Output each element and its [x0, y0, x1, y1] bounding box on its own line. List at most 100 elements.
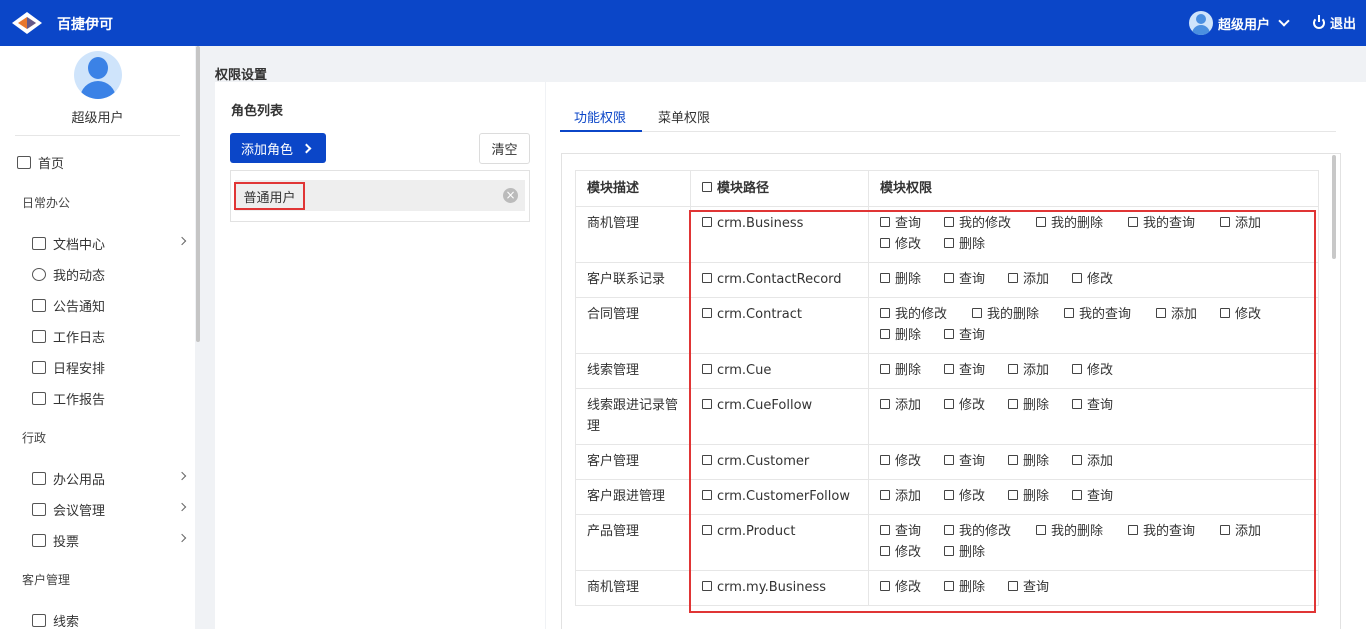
module-checkbox[interactable]: [702, 454, 712, 465]
sidebar-item-announcements[interactable]: 公告通知: [32, 296, 105, 315]
module-checkbox[interactable]: [702, 398, 712, 409]
permission-option[interactable]: 我的修改: [880, 304, 972, 325]
permission-option[interactable]: 查询: [1072, 395, 1136, 416]
permission-checkbox[interactable]: [1128, 216, 1138, 227]
permission-checkbox[interactable]: [944, 454, 954, 465]
permission-option[interactable]: 修改: [944, 395, 1008, 416]
clear-button[interactable]: 清空: [479, 133, 530, 164]
permission-checkbox[interactable]: [1220, 524, 1230, 535]
permission-checkbox[interactable]: [880, 580, 890, 591]
module-checkbox[interactable]: [702, 216, 712, 227]
permission-option[interactable]: 修改: [944, 486, 1008, 507]
permission-checkbox[interactable]: [880, 398, 890, 409]
permission-option[interactable]: 添加: [1008, 269, 1072, 290]
permission-checkbox[interactable]: [1072, 363, 1082, 374]
logout-button[interactable]: 退出: [1312, 13, 1356, 32]
permission-option[interactable]: 我的查询: [1128, 521, 1220, 542]
permission-option[interactable]: 删除: [880, 325, 944, 346]
permission-checkbox[interactable]: [1008, 272, 1018, 283]
permission-checkbox[interactable]: [1008, 398, 1018, 409]
sidebar-item-documents[interactable]: 文档中心: [32, 234, 105, 253]
permission-checkbox[interactable]: [1008, 580, 1018, 591]
sidebar-scrollbar[interactable]: [196, 46, 200, 342]
permission-checkbox[interactable]: [880, 545, 890, 556]
select-all-checkbox[interactable]: [702, 181, 712, 192]
permission-option[interactable]: 添加: [880, 395, 944, 416]
permission-option[interactable]: 我的查询: [1064, 304, 1156, 325]
permission-option[interactable]: 查询: [880, 213, 944, 234]
table-scrollbar[interactable]: [1332, 155, 1336, 259]
permission-option[interactable]: 查询: [944, 360, 1008, 381]
module-checkbox[interactable]: [702, 524, 712, 535]
permission-option[interactable]: 删除: [1008, 395, 1072, 416]
role-name[interactable]: 普通用户: [234, 182, 305, 210]
permission-checkbox[interactable]: [944, 489, 954, 500]
permission-option[interactable]: 修改: [880, 577, 944, 598]
permission-option[interactable]: 添加: [1008, 360, 1072, 381]
sidebar-item-schedule[interactable]: 日程安排: [32, 358, 105, 377]
permission-checkbox[interactable]: [880, 454, 890, 465]
sidebar-item-home[interactable]: 首页: [17, 153, 64, 172]
permission-checkbox[interactable]: [1072, 489, 1082, 500]
permission-checkbox[interactable]: [944, 216, 954, 227]
permission-option[interactable]: 我的删除: [1036, 521, 1128, 542]
permission-option[interactable]: 修改: [1072, 269, 1136, 290]
permission-option[interactable]: 删除: [880, 360, 944, 381]
permission-option[interactable]: 添加: [1220, 521, 1284, 542]
permission-checkbox[interactable]: [944, 524, 954, 535]
permission-checkbox[interactable]: [1072, 454, 1082, 465]
sidebar-item-leads[interactable]: 线索: [32, 611, 79, 629]
permission-checkbox[interactable]: [1036, 216, 1046, 227]
module-checkbox[interactable]: [702, 489, 712, 500]
permission-checkbox[interactable]: [944, 237, 954, 248]
permission-option[interactable]: 我的删除: [1036, 213, 1128, 234]
sidebar-item-office-supplies[interactable]: 办公用品: [32, 469, 105, 488]
sidebar-item-vote[interactable]: 投票: [32, 531, 79, 550]
tab-function-permissions[interactable]: 功能权限: [574, 107, 626, 126]
permission-checkbox[interactable]: [944, 580, 954, 591]
permission-option[interactable]: 我的修改: [944, 521, 1036, 542]
permission-option[interactable]: 查询: [944, 451, 1008, 472]
permission-checkbox[interactable]: [880, 524, 890, 535]
permission-option[interactable]: 修改: [1220, 304, 1284, 325]
permission-option[interactable]: 修改: [880, 542, 944, 563]
permission-checkbox[interactable]: [1036, 524, 1046, 535]
permission-checkbox[interactable]: [1220, 307, 1230, 318]
add-role-button[interactable]: 添加角色: [230, 133, 326, 163]
permission-checkbox[interactable]: [1072, 398, 1082, 409]
permission-checkbox[interactable]: [1072, 272, 1082, 283]
permission-option[interactable]: 查询: [1008, 577, 1072, 598]
permission-option[interactable]: 添加: [1156, 304, 1220, 325]
permission-option[interactable]: 添加: [880, 486, 944, 507]
permission-checkbox[interactable]: [944, 272, 954, 283]
permission-checkbox[interactable]: [880, 216, 890, 227]
tab-menu-permissions[interactable]: 菜单权限: [658, 107, 710, 126]
close-icon[interactable]: ×: [503, 188, 518, 203]
permission-option[interactable]: 添加: [1072, 451, 1136, 472]
permission-checkbox[interactable]: [1008, 454, 1018, 465]
permission-option[interactable]: 删除: [944, 577, 1008, 598]
permission-checkbox[interactable]: [944, 328, 954, 339]
permission-option[interactable]: 修改: [880, 234, 944, 255]
permission-option[interactable]: 删除: [1008, 486, 1072, 507]
permission-checkbox[interactable]: [1156, 307, 1166, 318]
permission-checkbox[interactable]: [1064, 307, 1074, 318]
permission-checkbox[interactable]: [880, 307, 890, 318]
permission-checkbox[interactable]: [880, 237, 890, 248]
permission-checkbox[interactable]: [944, 363, 954, 374]
permission-option[interactable]: 我的删除: [972, 304, 1064, 325]
module-checkbox[interactable]: [702, 272, 712, 283]
permission-checkbox[interactable]: [944, 545, 954, 556]
permission-checkbox[interactable]: [1220, 216, 1230, 227]
permission-checkbox[interactable]: [1128, 524, 1138, 535]
permission-option[interactable]: 删除: [944, 542, 1008, 563]
permission-option[interactable]: 查询: [880, 521, 944, 542]
sidebar-item-meetings[interactable]: 会议管理: [32, 500, 105, 519]
permission-option[interactable]: 查询: [1072, 486, 1136, 507]
permission-option[interactable]: 查询: [944, 325, 1008, 346]
permission-option[interactable]: 删除: [880, 269, 944, 290]
module-checkbox[interactable]: [702, 580, 712, 591]
permission-checkbox[interactable]: [880, 328, 890, 339]
permission-option[interactable]: 添加: [1220, 213, 1284, 234]
permission-option[interactable]: 修改: [1072, 360, 1136, 381]
